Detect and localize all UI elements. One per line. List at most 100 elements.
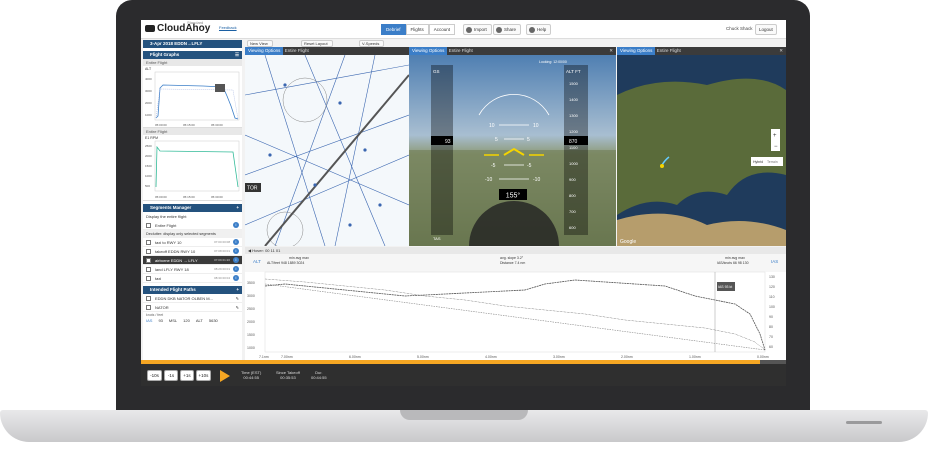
checkbox[interactable] <box>146 296 151 301</box>
step-forward-1-button[interactable]: +1s <box>180 370 194 381</box>
step-forward-10-button[interactable]: +10s <box>196 370 211 381</box>
path-row[interactable]: NATOR ✎ <box>143 303 242 312</box>
v-speeds-button[interactable]: V-Speeds <box>359 40 385 47</box>
checkbox[interactable] <box>146 258 151 263</box>
checkbox[interactable] <box>146 223 151 228</box>
primary-flight-display[interactable]: GS ALT FT 1500 1400 1300 1200 1100 1000 … <box>409 55 616 246</box>
reset-layout-button[interactable]: Reset Layout <box>301 40 333 47</box>
segment-row-selected[interactable]: airborne EDDN → LFLY 07:09 01:20 i <box>143 256 242 265</box>
play-icon[interactable] <box>220 370 230 382</box>
time-tick: 05:00:00 <box>155 123 167 127</box>
intended-paths-header[interactable]: Intended Flight Paths + <box>143 286 242 294</box>
help-button[interactable]: Help <box>526 24 552 35</box>
map-tab-terrain[interactable]: Terrain <box>767 160 778 164</box>
checkbox[interactable] <box>146 240 151 245</box>
right-tick: 120 <box>769 285 775 289</box>
info-icon[interactable]: i <box>233 239 239 245</box>
menu-icon[interactable]: ☰ <box>235 51 239 59</box>
close-icon[interactable]: ✕ <box>779 47 783 55</box>
gs-value: 93 <box>445 139 451 145</box>
new-view-button[interactable]: New View <box>247 40 273 47</box>
distance-label: Distance 7.4 nm <box>500 261 525 265</box>
airways <box>245 55 409 246</box>
pitch-label: 10 <box>533 123 539 129</box>
profile-svg: ALT min avg max ALT/feet 948 1889 3024 a… <box>245 254 786 359</box>
alt-tape-tick: 800 <box>569 193 576 198</box>
segment-row[interactable]: taxi 08:30 00:04 i <box>143 274 242 283</box>
rpm-mini-svg: 2500 2000 1500 1000 500 05:00:00 05:15:0… <box>145 140 240 199</box>
x-tick: 7.00nm <box>281 355 293 359</box>
info-icon[interactable]: i <box>233 257 239 263</box>
add-icon[interactable]: + <box>236 204 239 212</box>
x-tick: 3.00nm <box>553 355 565 359</box>
segment-row[interactable]: takeoff EDDN RWY 10 07:08 00:01 i <box>143 247 242 256</box>
info-icon[interactable]: i <box>233 222 239 228</box>
viewing-options-button[interactable]: Viewing Options <box>617 47 656 55</box>
ias-ref: 120 <box>183 318 190 323</box>
entire-flight-row[interactable]: Entire Flight i <box>143 221 242 230</box>
info-icon[interactable]: i <box>233 266 239 272</box>
share-button[interactable]: Share <box>493 24 522 35</box>
ias-axis-unit: IAS <box>771 259 778 264</box>
alt-plot-frame <box>154 71 240 121</box>
ias-marker-label: IAS 93 kt <box>718 285 732 289</box>
segment-label: takeoff EDDN RWY 10 <box>155 249 196 254</box>
checkbox[interactable] <box>146 267 151 272</box>
alt-stats: ALT/feet 948 1889 3024 <box>267 261 304 265</box>
tab-account[interactable]: Account <box>428 24 456 35</box>
aeronautical-chart-panel[interactable]: TOR <box>245 55 409 246</box>
ias-stats-header: min avg max <box>725 256 745 260</box>
viewing-options-button[interactable]: Viewing Options <box>409 47 448 55</box>
left-tick: 3500 <box>247 281 255 285</box>
alt-tape-tick: 700 <box>569 209 576 214</box>
tab-debrief[interactable]: Debrief <box>381 24 406 35</box>
zoom-in-icon[interactable]: + <box>773 133 777 139</box>
path-row[interactable]: EDDN DKB NATOR OLBEN M... ✎ <box>143 294 242 303</box>
satellite-map[interactable]: + − Hybrid Terrain Google <box>617 55 786 246</box>
viewing-options-button[interactable]: Viewing Options <box>245 47 284 55</box>
map-tab-hybrid[interactable]: Hybrid <box>753 160 763 164</box>
step-back-10-button[interactable]: -10s <box>147 370 162 381</box>
zoom-out-icon[interactable]: − <box>774 144 778 150</box>
step-back-1-button[interactable]: -1s <box>164 370 178 381</box>
bank-arc <box>478 94 550 116</box>
rpm-line <box>155 145 239 188</box>
segment-row[interactable]: taxi to RWY 10 07:00 00:08 i <box>143 238 242 247</box>
x-tick: 0.00nm <box>757 355 769 359</box>
info-icon[interactable]: i <box>233 275 239 281</box>
right-tick: 130 <box>769 275 775 279</box>
logout-button[interactable]: Logout <box>755 24 777 35</box>
pitch-label: -5 <box>491 163 496 169</box>
graph2-subbar: Entire Flight <box>143 128 242 135</box>
edit-icon[interactable]: ✎ <box>236 294 239 303</box>
checkbox[interactable] <box>146 276 151 281</box>
satellite-svg: + − Hybrid Terrain Google <box>617 55 786 246</box>
segments-manager-header[interactable]: Segments Manager + <box>143 204 242 212</box>
altitude-tape <box>564 65 588 235</box>
alt-tape-tick: 1500 <box>569 81 579 86</box>
import-button[interactable]: Import <box>463 24 492 35</box>
profile-header: ◀ Hover: 00 11 01 <box>245 247 786 254</box>
display-entire-text: Display the entire flight <box>146 214 187 219</box>
path-label: NATOR <box>155 305 169 310</box>
alt-tick: 1000 <box>145 113 152 117</box>
add-icon[interactable]: + <box>236 286 239 294</box>
segment-row[interactable]: land LFLY RWY 18 08:29 00:01 i <box>143 265 242 274</box>
edit-icon[interactable]: ✎ <box>236 303 239 312</box>
feedback-link[interactable]: Feedback <box>219 25 237 30</box>
pitch-label: 10 <box>489 123 495 129</box>
rpm-tick: 500 <box>145 184 150 188</box>
flight-graphs-header[interactable]: Flight Graphs ☰ <box>143 51 242 59</box>
right-tick: 70 <box>769 335 773 339</box>
checkbox[interactable] <box>146 305 151 310</box>
slope-label: avg. slope 3.2° <box>500 256 524 260</box>
tab-flights[interactable]: Flights <box>405 24 429 35</box>
flight-header[interactable]: 3-Apr 2018 EDDN→LFLY <box>143 40 242 48</box>
close-icon[interactable]: ✕ <box>609 47 613 55</box>
checkbox[interactable] <box>146 249 151 254</box>
ias-value: 93 <box>158 318 163 323</box>
info-icon[interactable]: i <box>233 248 239 254</box>
pitch-label: 5 <box>527 137 530 143</box>
tas-label: TAS <box>433 236 441 241</box>
timeline-track[interactable] <box>141 360 786 364</box>
